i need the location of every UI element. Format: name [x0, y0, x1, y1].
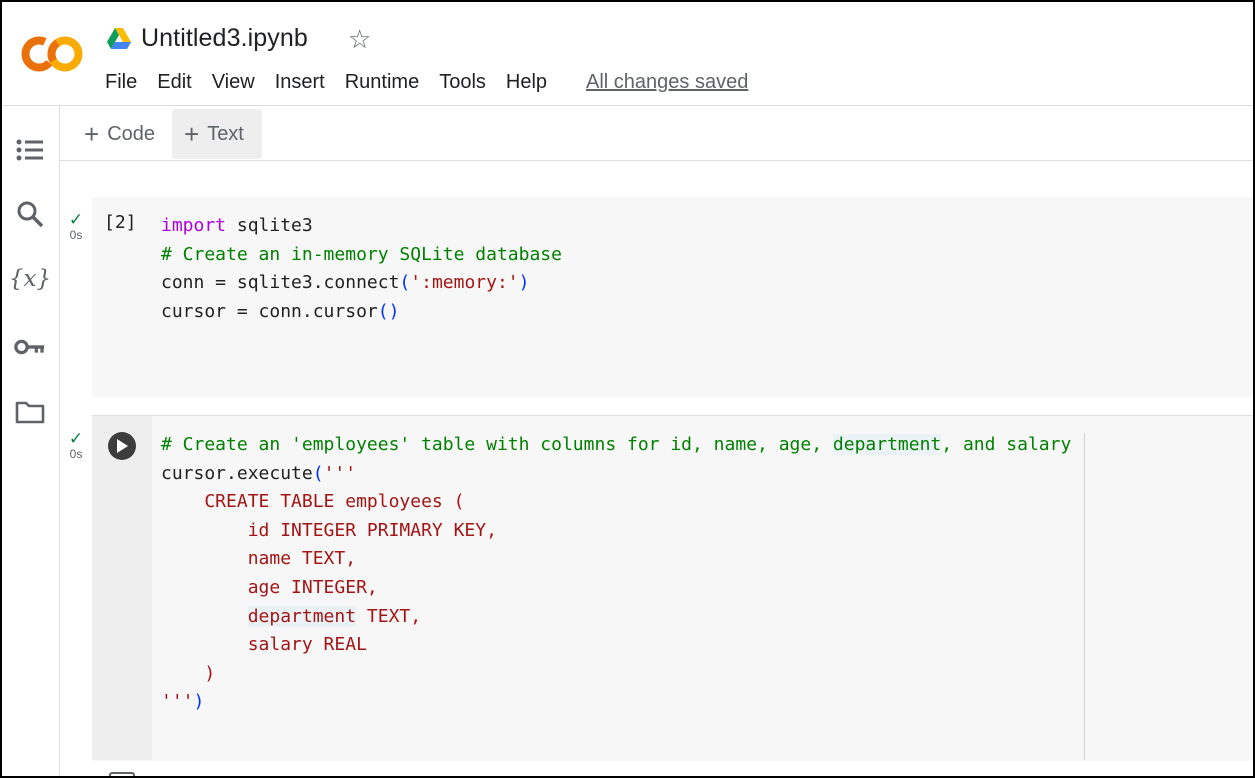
code-token: ): [518, 272, 530, 294]
code-token: import: [161, 215, 227, 236]
check-icon: ✓: [68, 429, 84, 448]
code-token: CREATE TABLE employees (: [161, 491, 465, 513]
folder-icon[interactable]: [14, 396, 46, 428]
code-token: sqlite3: [226, 215, 313, 236]
left-sidebar: {x}: [2, 106, 60, 776]
save-status-link[interactable]: All changes saved: [586, 71, 748, 94]
key-icon[interactable]: [14, 331, 46, 363]
code-token: ): [193, 691, 205, 713]
run-cell-button[interactable]: [108, 432, 136, 460]
code-line[interactable]: cursor = conn.cursor(): [161, 298, 562, 327]
code-token: id INTEGER PRIMARY KEY,: [161, 519, 497, 541]
check-icon: ✓: [68, 210, 84, 229]
code-token: ''': [323, 462, 357, 484]
code-token: ':memory:': [410, 272, 519, 294]
code-token: ): [161, 662, 216, 684]
menu-view[interactable]: View: [212, 71, 255, 94]
menu-bar: File Edit View Insert Runtime Tools Help: [105, 71, 567, 94]
code-token: cursor = conn.cursor: [161, 300, 378, 322]
colab-logo[interactable]: [20, 32, 84, 76]
code-token: name TEXT,: [161, 548, 357, 570]
menu-edit[interactable]: Edit: [157, 71, 191, 94]
add-code-label: Code: [107, 122, 155, 145]
cell-status: ✓ 0s: [66, 429, 86, 461]
code-editor[interactable]: # Create an 'employees' table with colum…: [161, 431, 1071, 717]
code-line[interactable]: ): [161, 660, 1071, 689]
google-drive-icon[interactable]: [106, 27, 132, 51]
code-editor[interactable]: import sqlite3 # Create an in-memory SQLi…: [161, 212, 562, 326]
code-token: TEXT,: [356, 605, 422, 627]
menu-runtime[interactable]: Runtime: [345, 71, 419, 94]
next-cell-icon: [109, 772, 135, 776]
line-length-ruler: [1084, 433, 1085, 760]
cell-exec-time: 0s: [69, 228, 83, 242]
menu-file[interactable]: File: [105, 71, 137, 94]
code-line[interactable]: salary REAL: [161, 631, 1071, 660]
code-line[interactable]: id INTEGER PRIMARY KEY,: [161, 517, 1071, 546]
menu-help[interactable]: Help: [506, 71, 547, 94]
code-token: (): [377, 300, 400, 322]
code-token: # Create an 'employees' table with colum…: [161, 434, 833, 455]
plus-icon: +: [84, 119, 100, 149]
star-icon[interactable]: ☆: [348, 26, 371, 52]
notebook-title[interactable]: Untitled3.ipynb: [141, 24, 308, 53]
code-line[interactable]: age INTEGER,: [161, 574, 1071, 603]
code-token: , and salary: [941, 434, 1072, 455]
code-line[interactable]: cursor.execute(''': [161, 460, 1071, 489]
code-token: ''': [161, 691, 194, 713]
code-token: conn = sqlite3.connect: [161, 272, 400, 294]
code-line[interactable]: CREATE TABLE employees (: [161, 488, 1071, 517]
code-line[interactable]: conn = sqlite3.connect(':memory:'): [161, 269, 562, 298]
add-text-label: Text: [207, 122, 244, 145]
code-token: salary REAL: [161, 634, 367, 656]
code-line[interactable]: import sqlite3: [161, 212, 562, 241]
add-code-button[interactable]: + Code: [72, 109, 167, 159]
add-text-button[interactable]: + Text: [172, 109, 262, 159]
code-token: (: [312, 462, 324, 484]
execution-count: [2]: [104, 212, 137, 233]
code-token: (: [399, 272, 411, 294]
code-token: department: [247, 605, 357, 627]
menu-insert[interactable]: Insert: [275, 71, 325, 94]
code-line[interactable]: '''): [161, 688, 1071, 717]
colab-window: Untitled3.ipynb ☆ File Edit View Insert …: [0, 0, 1255, 778]
menu-tools[interactable]: Tools: [439, 71, 486, 94]
header: Untitled3.ipynb ☆ File Edit View Insert …: [2, 2, 1253, 106]
code-token: age INTEGER,: [161, 576, 378, 598]
table-of-contents-icon[interactable]: [14, 134, 46, 166]
cell-status: ✓ 0s: [66, 210, 86, 242]
code-token: # Create an in-memory SQLite database: [161, 243, 562, 265]
code-line[interactable]: # Create an 'employees' table with colum…: [161, 431, 1071, 460]
search-icon[interactable]: [14, 198, 46, 230]
play-icon: [117, 439, 128, 453]
cell-gutter: [92, 416, 152, 760]
cell-exec-time: 0s: [69, 447, 83, 461]
notebook-toolbar: + Code + Text: [60, 106, 1253, 161]
variables-icon[interactable]: {x}: [9, 263, 51, 295]
code-line[interactable]: name TEXT,: [161, 545, 1071, 574]
code-token: cursor.execute: [161, 462, 313, 484]
plus-icon: +: [184, 119, 200, 149]
code-line[interactable]: # Create an in-memory SQLite database: [161, 241, 562, 270]
code-line[interactable]: department TEXT,: [161, 603, 1071, 632]
code-token: department: [832, 434, 942, 455]
